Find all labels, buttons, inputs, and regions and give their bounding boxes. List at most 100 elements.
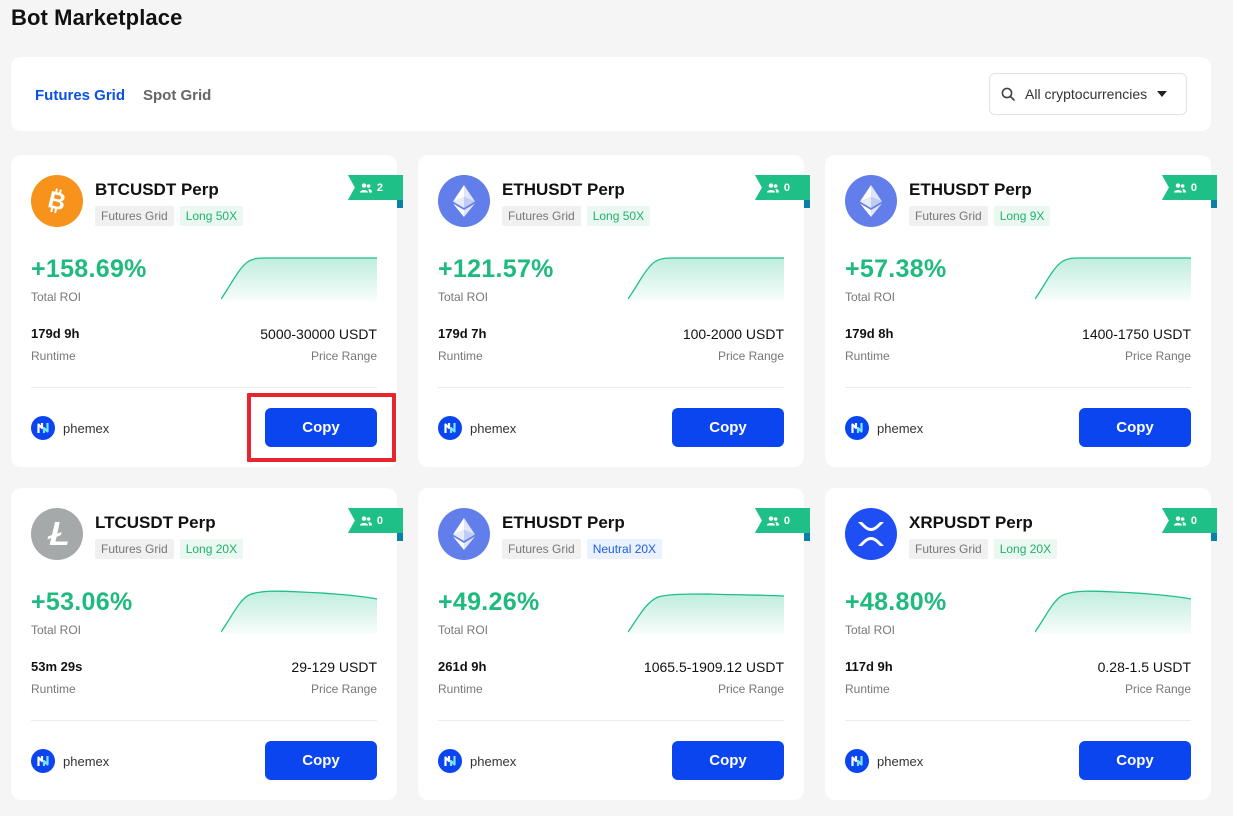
trading-pair: ETHUSDT Perp <box>909 180 1032 199</box>
users-icon <box>766 515 779 526</box>
bot-card-grid: B BTCUSDT Perp Futures Grid Long 50X 2 +… <box>11 155 1217 800</box>
followers-count: 0 <box>783 181 790 194</box>
copy-button[interactable]: Copy <box>672 741 784 780</box>
xrp-icon <box>845 508 897 560</box>
followers-badge: 0 <box>347 508 403 533</box>
roi-label: Total ROI <box>31 290 82 304</box>
copy-button[interactable]: Copy <box>265 408 377 447</box>
ethereum-icon <box>438 508 490 560</box>
roi-sparkline <box>221 257 377 301</box>
roi-label: Total ROI <box>438 290 489 304</box>
tag-group: Futures Grid Long 20X <box>95 539 244 559</box>
ribbon-fold <box>804 200 810 208</box>
followers-badge: 0 <box>1161 175 1217 200</box>
trading-pair: LTCUSDT Perp <box>95 513 216 532</box>
runtime-value: 261d 9h <box>438 659 487 674</box>
roi-sparkline <box>628 593 784 634</box>
roi-value: +57.38% <box>845 255 947 283</box>
phemex-logo-icon <box>31 416 55 440</box>
bot-card-4: LTCUSDT Perp Futures Grid Long 20X 0 +53… <box>11 488 403 800</box>
bot-card-3: ETHUSDT Perp Futures Grid Long 9X 0 +57.… <box>825 155 1217 467</box>
users-icon <box>359 182 372 193</box>
divider <box>845 387 1191 388</box>
search-icon <box>1001 87 1015 101</box>
runtime-label: Runtime <box>845 349 890 363</box>
bot-card-6: XRPUSDT Perp Futures Grid Long 20X 0 +48… <box>825 488 1217 800</box>
divider <box>31 720 377 721</box>
runtime-value: 53m 29s <box>31 659 83 674</box>
roi-value: +158.69% <box>31 255 147 283</box>
toolbar: Futures Grid Spot Grid All cryptocurrenc… <box>11 57 1211 131</box>
ethereum-icon <box>438 175 490 227</box>
divider <box>845 720 1191 721</box>
provider: phemex <box>31 749 109 773</box>
copy-button[interactable]: Copy <box>1079 408 1191 447</box>
ribbon-fold <box>804 533 810 541</box>
price-range-label: Price Range <box>1124 682 1191 696</box>
provider-name: phemex <box>877 420 924 436</box>
runtime-value: 179d 7h <box>438 326 487 341</box>
phemex-logo-icon <box>438 749 462 773</box>
ribbon-fold <box>397 200 403 208</box>
tag-group: Futures Grid Long 9X <box>909 206 1051 226</box>
followers-count: 0 <box>783 514 790 527</box>
runtime-label: Runtime <box>31 682 76 696</box>
leverage-tag: Long 9X <box>993 206 1051 226</box>
ribbon-fold <box>1211 200 1217 208</box>
price-range-value: 1400-1750 USDT <box>1082 326 1191 342</box>
runtime-value: 117d 9h <box>845 659 893 674</box>
leverage-tag: Long 20X <box>993 539 1058 559</box>
followers-badge: 2 <box>347 175 403 200</box>
users-icon <box>359 515 372 526</box>
tag-group: Futures Grid Neutral 20X <box>502 539 663 559</box>
tag-group: Futures Grid Long 50X <box>95 206 244 226</box>
roi-value: +48.80% <box>845 588 947 616</box>
strategy-tag: Futures Grid <box>95 539 174 559</box>
copy-button[interactable]: Copy <box>1079 741 1191 780</box>
provider: phemex <box>845 416 923 440</box>
tab-spot-grid[interactable]: Spot Grid <box>143 87 211 104</box>
filter-label: All cryptocurrencies <box>1025 86 1148 102</box>
roi-sparkline <box>628 257 784 301</box>
tab-futures-grid[interactable]: Futures Grid <box>35 87 125 104</box>
ethereum-icon <box>845 175 897 227</box>
leverage-tag: Long 50X <box>586 206 651 226</box>
provider: phemex <box>845 749 923 773</box>
bot-card-1: B BTCUSDT Perp Futures Grid Long 50X 2 +… <box>11 155 403 467</box>
cryptocurrency-filter-dropdown[interactable]: All cryptocurrencies <box>989 73 1187 115</box>
runtime-label: Runtime <box>438 682 483 696</box>
roi-value: +49.26% <box>438 588 540 616</box>
roi-label: Total ROI <box>845 290 896 304</box>
provider-name: phemex <box>63 420 110 436</box>
ribbon-fold <box>1211 533 1217 541</box>
ribbon-fold <box>397 533 403 541</box>
followers-badge: 0 <box>754 175 810 200</box>
runtime-label: Runtime <box>438 349 483 363</box>
runtime-label: Runtime <box>31 349 76 363</box>
runtime-value: 179d 9h <box>31 326 80 341</box>
trading-pair: ETHUSDT Perp <box>502 513 625 532</box>
copy-button[interactable]: Copy <box>265 741 377 780</box>
phemex-logo-icon <box>31 749 55 773</box>
divider <box>31 387 377 388</box>
page-title: Bot Marketplace <box>11 5 183 30</box>
divider <box>438 387 784 388</box>
users-icon <box>766 182 779 193</box>
followers-badge: 0 <box>754 508 810 533</box>
price-range-label: Price Range <box>717 349 784 363</box>
followers-count: 0 <box>376 514 383 527</box>
provider: phemex <box>438 416 516 440</box>
provider-name: phemex <box>470 753 517 769</box>
litecoin-icon <box>31 508 83 560</box>
copy-button[interactable]: Copy <box>672 408 784 447</box>
provider-name: phemex <box>63 753 110 769</box>
runtime-value: 179d 8h <box>845 326 894 341</box>
phemex-logo-icon <box>845 416 869 440</box>
bot-card-5: ETHUSDT Perp Futures Grid Neutral 20X 0 … <box>418 488 810 800</box>
roi-sparkline <box>1035 590 1191 634</box>
price-range-value: 0.28-1.5 USDT <box>1097 659 1191 675</box>
trading-pair: BTCUSDT Perp <box>95 180 219 199</box>
price-range-value: 1065.5-1909.12 USDT <box>643 659 784 675</box>
provider: phemex <box>31 416 109 440</box>
leverage-tag: Long 20X <box>179 539 244 559</box>
